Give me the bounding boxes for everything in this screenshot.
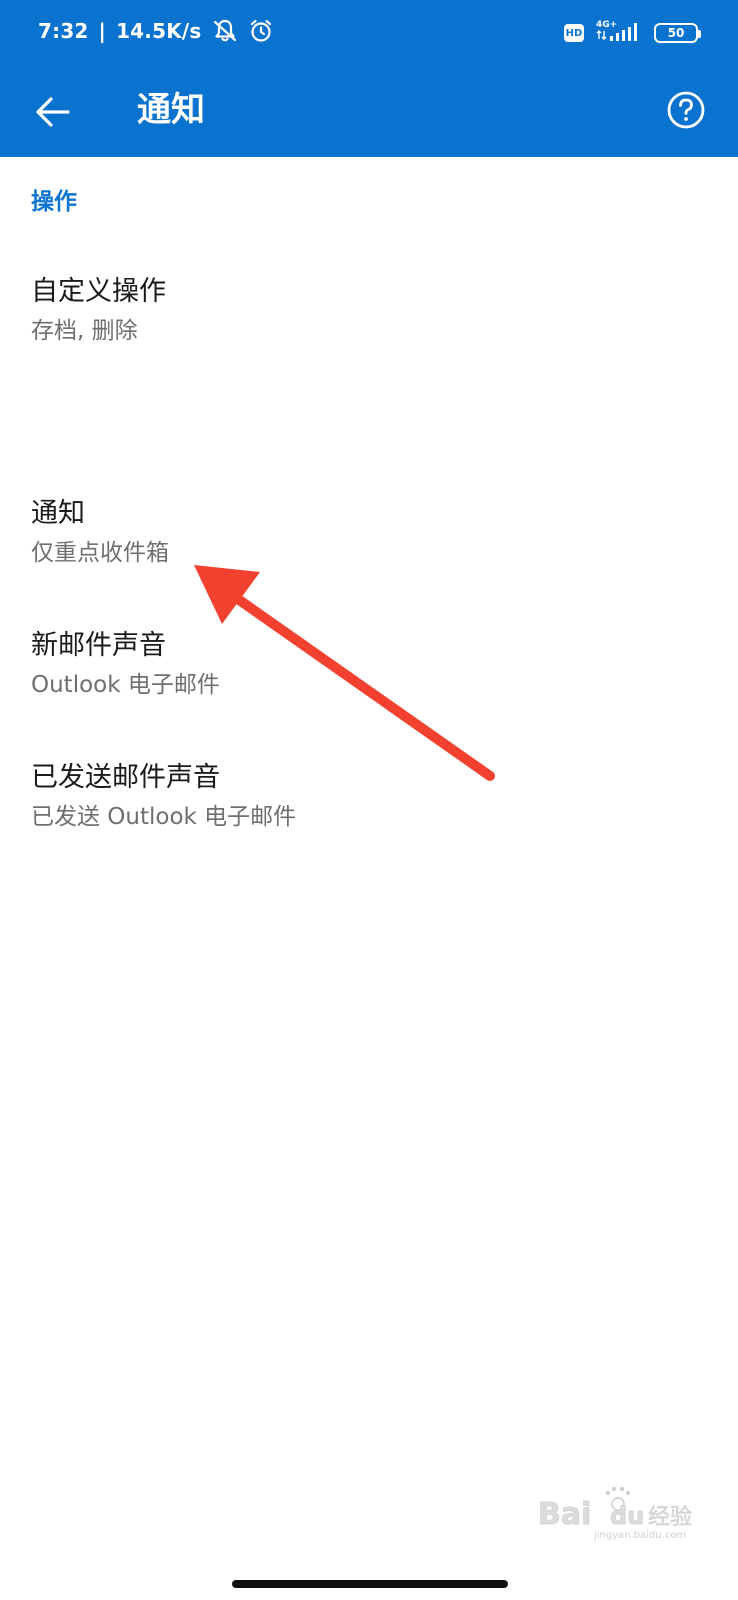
status-time: 7:32 xyxy=(38,19,89,43)
watermark-cn: 经验 xyxy=(648,1505,692,1530)
battery-level: 50 xyxy=(667,26,685,40)
battery-icon: 50 xyxy=(654,23,701,43)
baidu-watermark: Bai du 经验 jingyan.baidu.com xyxy=(538,1486,692,1540)
watermark-bai: Bai xyxy=(538,1497,591,1532)
help-icon xyxy=(667,91,705,129)
status-net-speed: 14.5K/s xyxy=(116,19,202,43)
app-screen: 7:32 | 14.5K/s HD 4G+ 50 通知 操作 自定义操作 存档,… xyxy=(0,0,738,1600)
bell-muted-icon xyxy=(212,18,238,44)
status-right: HD 4G+ 50 xyxy=(564,19,701,47)
status-separator: | xyxy=(98,19,107,43)
setting-new-mail-sound[interactable]: 新邮件声音 Outlook 电子邮件 xyxy=(0,626,738,702)
watermark-url: jingyan.baidu.com xyxy=(593,1530,686,1540)
setting-subtitle: Outlook 电子邮件 xyxy=(31,672,220,698)
status-bar: 7:32 | 14.5K/s HD 4G+ 50 xyxy=(0,0,738,64)
section-header-actions: 操作 xyxy=(31,189,77,215)
setting-title: 已发送邮件声音 xyxy=(31,762,220,793)
network-type-label: 4G+ xyxy=(596,20,617,30)
setting-subtitle: 存档, 删除 xyxy=(31,318,138,344)
page-title: 通知 xyxy=(137,90,205,130)
alarm-clock-icon xyxy=(248,18,274,44)
setting-notifications[interactable]: 通知 仅重点收件箱 xyxy=(0,494,738,570)
setting-title: 新邮件声音 xyxy=(31,630,166,661)
setting-subtitle: 仅重点收件箱 xyxy=(31,540,169,566)
app-bar: 通知 xyxy=(0,64,738,157)
watermark-du: du xyxy=(610,1502,644,1530)
help-button[interactable] xyxy=(658,82,714,138)
signal-icon: 4G+ xyxy=(596,19,642,47)
setting-title: 通知 xyxy=(31,498,85,529)
home-indicator[interactable] xyxy=(232,1580,508,1588)
setting-custom-actions[interactable]: 自定义操作 存档, 删除 xyxy=(0,272,738,348)
status-left: 7:32 | 14.5K/s xyxy=(38,18,274,44)
header: 7:32 | 14.5K/s HD 4G+ 50 通知 xyxy=(0,0,738,157)
back-button[interactable] xyxy=(22,82,82,142)
setting-subtitle: 已发送 Outlook 电子邮件 xyxy=(31,804,297,830)
back-arrow-icon xyxy=(36,97,70,127)
setting-sent-mail-sound[interactable]: 已发送邮件声音 已发送 Outlook 电子邮件 xyxy=(0,758,738,834)
hd-badge: HD xyxy=(564,24,584,42)
setting-title: 自定义操作 xyxy=(31,276,166,307)
